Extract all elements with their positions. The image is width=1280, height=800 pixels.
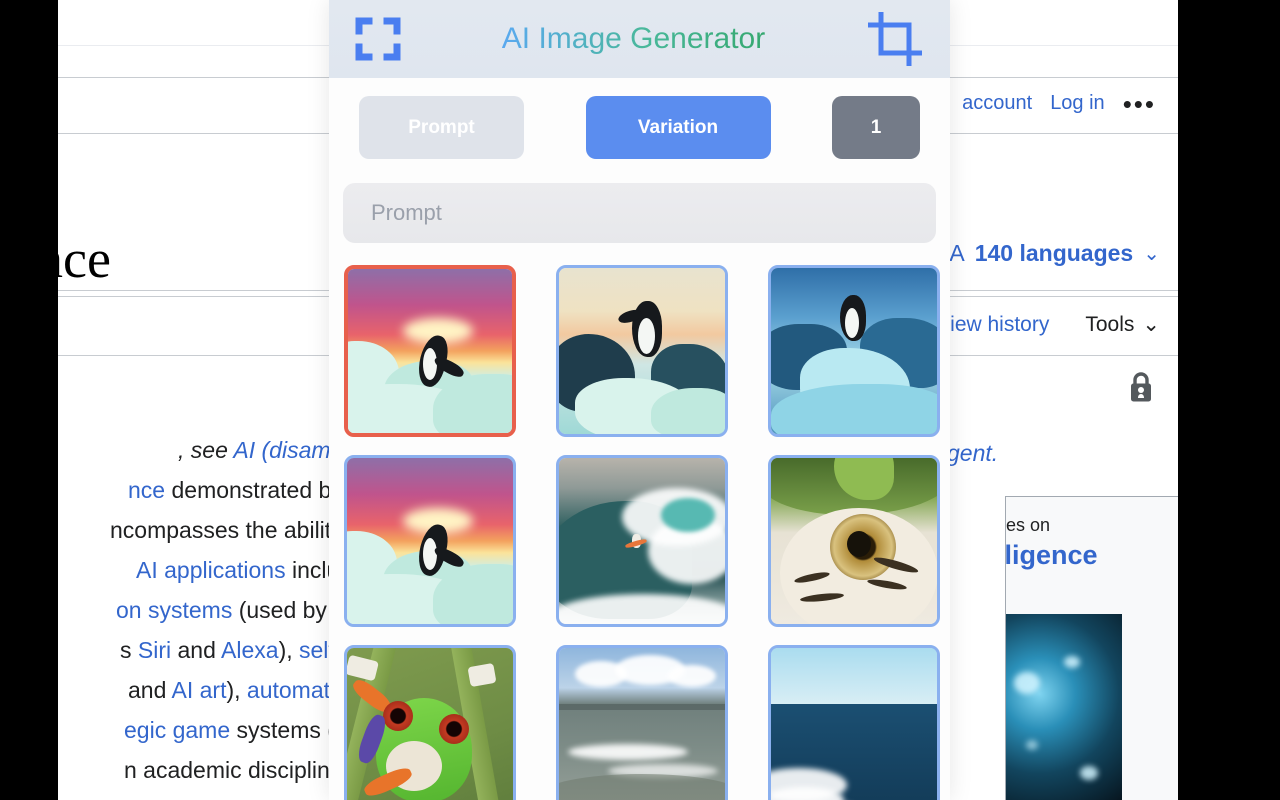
infobox-title: elligence [1005,540,1098,570]
language-selector[interactable]: A 140 languages ⌄ [949,240,1160,267]
infobox-supertitle: eries on [1006,515,1051,535]
image-thumbnail [558,458,725,624]
image-count-button[interactable]: 1 [832,96,920,159]
article-text: (used by [232,597,333,623]
prompt-input[interactable]: Prompt [343,183,936,243]
tools-label: Tools [1085,312,1135,336]
create-account-link[interactable]: account [962,92,1032,115]
crop-icon[interactable] [866,10,924,68]
article-link[interactable]: AI applications [136,557,286,583]
lock-icon [1126,370,1156,404]
language-count-label: 140 languages [974,240,1134,266]
infobox-artificial-intelligence: eries on elligence [1005,496,1178,800]
article-text: , see [178,437,234,463]
image-thumbnail [558,648,725,800]
article-link[interactable]: egic game [124,717,230,743]
wiki-user-navigation: account Log in ••• [962,91,1156,117]
generated-image-penguin-on-ice-blue-mountains[interactable] [767,265,940,437]
article-text: ), [278,637,300,663]
generated-image-penguin-on-iceberg-at-sunset[interactable] [343,265,516,437]
image-thumbnail [558,268,725,434]
generated-image-penguin-on-ice-at-dusk[interactable] [555,265,728,437]
chevron-down-icon: ⌄ [1143,243,1160,265]
variation-mode-button[interactable]: Variation [585,96,771,159]
glowing-brain-image [1006,614,1122,800]
log-in-link[interactable]: Log in [1050,92,1105,115]
generated-images-grid [329,265,950,800]
prompt-input-placeholder: Prompt [371,200,442,225]
fullscreen-icon[interactable] [355,16,401,62]
more-options-icon[interactable]: ••• [1123,91,1156,117]
image-thumbnail [346,458,513,624]
article-link[interactable]: Alexa [221,637,279,663]
image-thumbnail [770,268,937,434]
article-text: s [120,637,138,663]
article-text: and [171,637,222,663]
generated-image-surfer-in-barrel-wave[interactable] [555,455,728,627]
generated-image-penguin-walking-on-ice-ledge[interactable] [343,455,516,627]
tab-tools[interactable]: Tools ⌄ [1085,312,1160,337]
chevron-down-icon: ⌄ [1142,313,1160,336]
article-right-snippet: gent. [947,440,999,466]
image-thumbnail [346,648,513,800]
language-icon: A [949,240,965,266]
article-text: and [128,677,172,703]
panel-title: AI Image Generator [501,22,766,55]
image-thumbnail [770,648,937,800]
panel-toolbar: Prompt Variation 1 [329,78,950,159]
article-link[interactable]: Siri [138,637,171,663]
panel-header: AI Image Generator [329,0,950,78]
article-link[interactable]: on systems [116,597,232,623]
prompt-mode-button[interactable]: Prompt [359,96,524,159]
tab-view-history[interactable]: iew history [950,313,1049,337]
article-text: demonstrated by [165,477,350,503]
article-link[interactable]: nce [128,477,165,503]
generated-image-open-sea-horizon[interactable] [767,645,940,800]
image-thumbnail [347,269,512,433]
generated-image-ocean-waves-and-clouds[interactable] [555,645,728,800]
ai-image-generator-panel: AI Image Generator Prompt Variation 1 Pr… [329,0,950,800]
wiki-article-tabs: iew history Tools ⌄ [950,312,1160,337]
generated-image-bird-eye-closeup[interactable] [767,455,940,627]
page-title: nce [58,229,111,289]
generated-image-red-eyed-tree-frog[interactable] [343,645,516,800]
article-text: ), [226,677,247,703]
image-thumbnail [770,458,937,624]
article-link[interactable]: AI art [172,677,227,703]
